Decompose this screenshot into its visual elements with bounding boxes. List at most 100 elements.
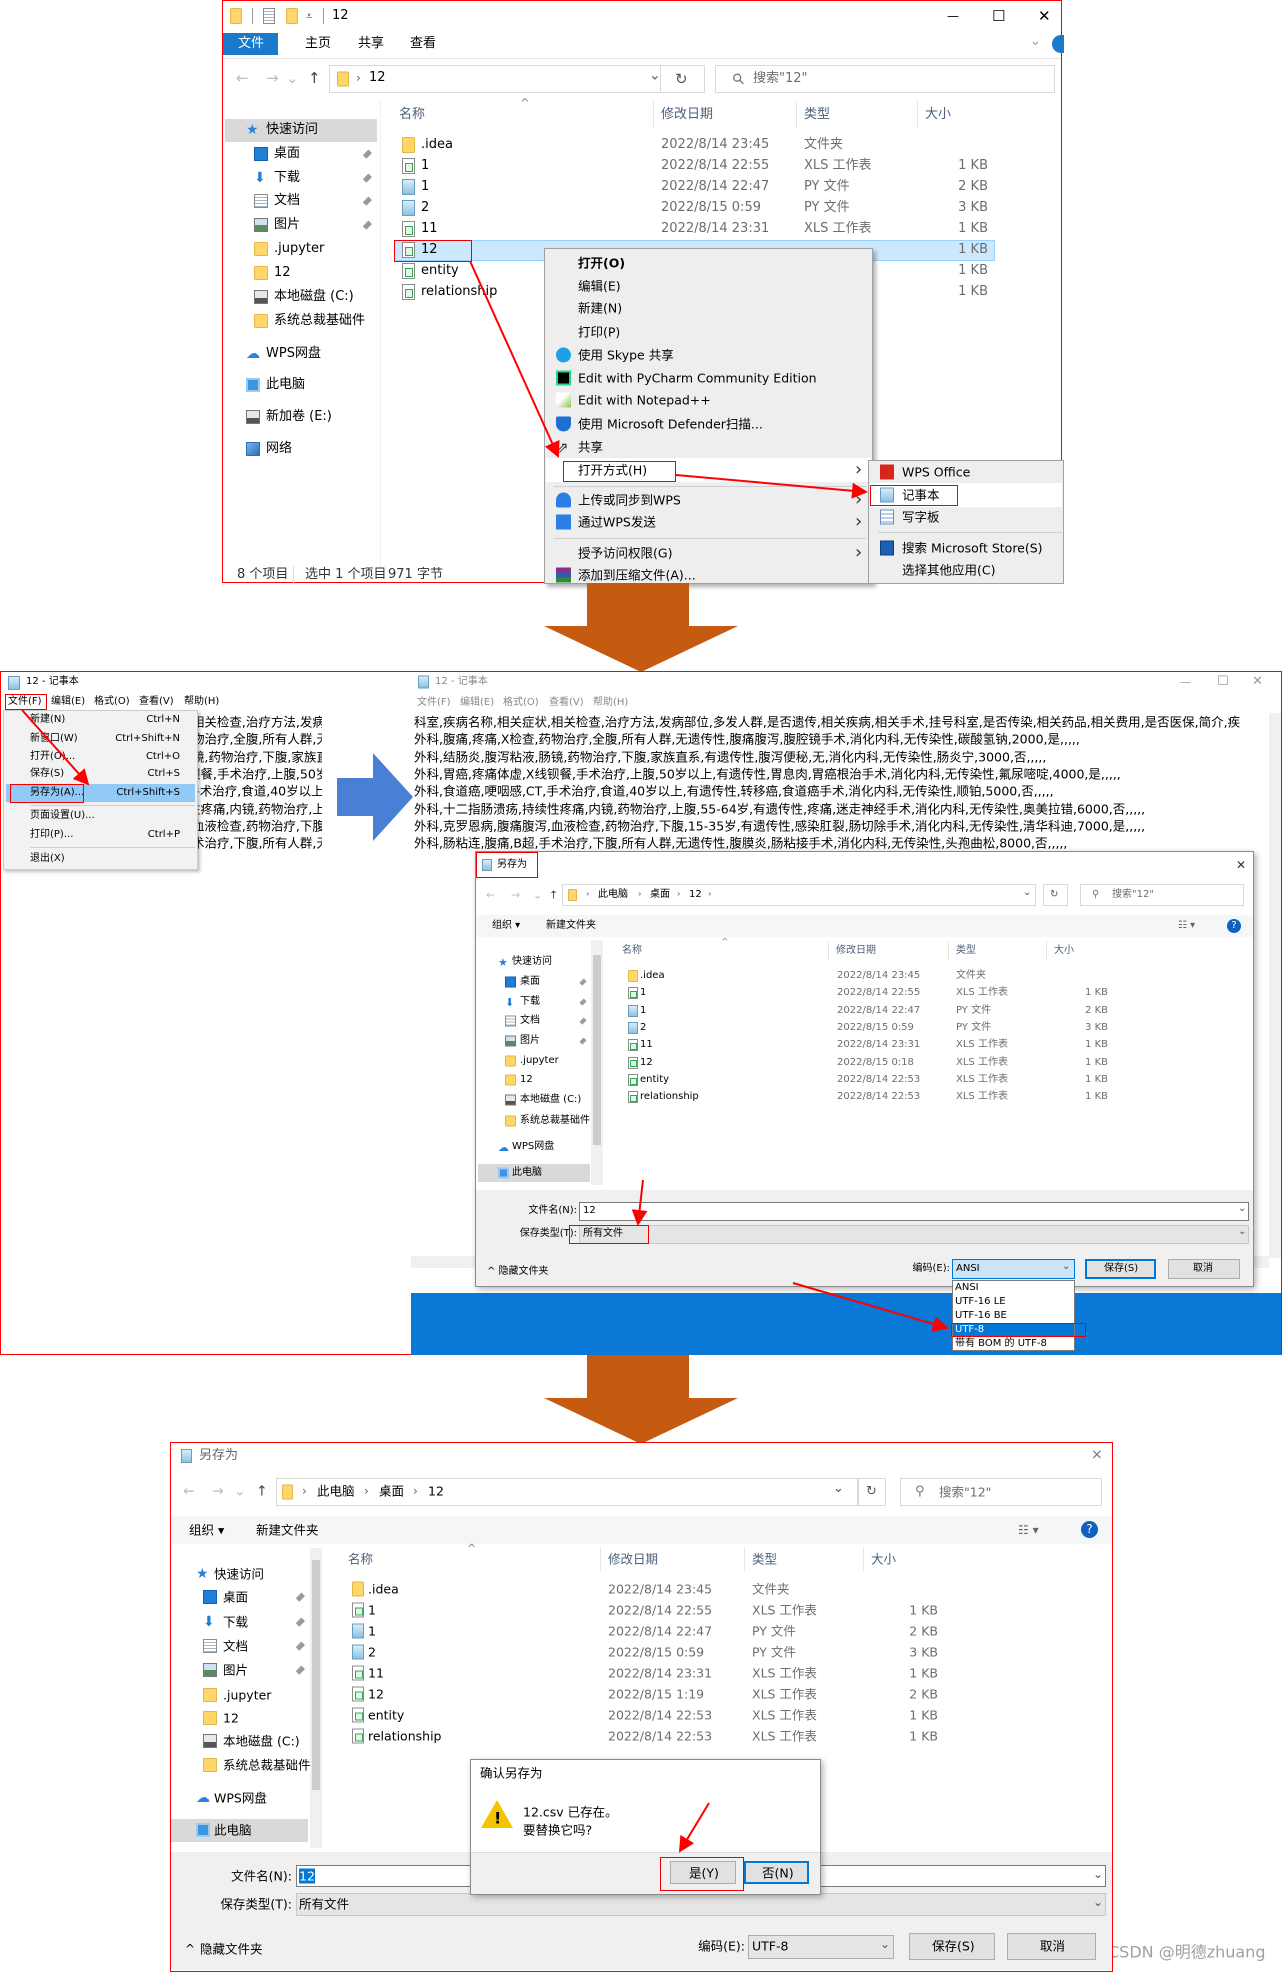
- nav-item-7[interactable]: 本地磁盘 (C:): [274, 289, 354, 305]
- column-size[interactable]: 大小: [1054, 945, 1074, 957]
- menu-format[interactable]: 格式(O): [94, 696, 130, 708]
- hide-folders-toggle[interactable]: ^: [185, 1942, 195, 1956]
- up-icon[interactable]: ↑: [308, 69, 321, 87]
- back-icon[interactable]: ←: [486, 888, 495, 901]
- column-name[interactable]: 名称: [399, 107, 425, 123]
- menu-view[interactable]: 查看(V): [139, 696, 174, 708]
- column-size[interactable]: 大小: [925, 107, 951, 123]
- nav-item-5[interactable]: .jupyter: [223, 1688, 271, 1703]
- close-button[interactable]: ✕: [1252, 674, 1263, 690]
- nav-item-8[interactable]: 系统总裁基础件: [520, 1115, 590, 1127]
- menu-item[interactable]: 格式(O): [503, 697, 539, 709]
- nav-item-9[interactable]: WPS网盘: [214, 1791, 267, 1806]
- back-icon[interactable]: ←: [183, 1484, 195, 1501]
- encoding-option[interactable]: ANSI: [955, 1282, 979, 1294]
- organize-button[interactable]: 组织 ▾: [189, 1523, 224, 1538]
- context-menu-item[interactable]: 使用 Microsoft Defender扫描...: [578, 417, 763, 432]
- nav-item-8[interactable]: 系统总裁基础件: [274, 313, 365, 329]
- ribbon-tab[interactable]: 查看: [410, 36, 436, 52]
- address-bar[interactable]: [562, 884, 1036, 906]
- nav-item-5[interactable]: .jupyter: [520, 1055, 559, 1067]
- search-box[interactable]: [900, 1478, 1102, 1506]
- nav-item-10[interactable]: 此电脑: [266, 377, 305, 393]
- up-icon[interactable]: ↑: [549, 888, 558, 901]
- nav-item-7[interactable]: 本地磁盘 (C:): [223, 1734, 300, 1749]
- hide-folders-label[interactable]: 隐藏文件夹: [200, 1942, 263, 1957]
- maximize-button[interactable]: ☐: [1217, 674, 1229, 690]
- nav-scroll-thumb[interactable]: [593, 955, 601, 1145]
- nav-item-9[interactable]: WPS网盘: [266, 346, 321, 362]
- nav-scroll-thumb[interactable]: [312, 1560, 320, 1790]
- qat-dropdown-icon[interactable]: ⩡: [306, 9, 312, 22]
- view-options-icon[interactable]: ☷ ▾: [1018, 1523, 1039, 1537]
- organize-button[interactable]: 组织 ▾: [492, 920, 520, 932]
- help-icon[interactable]: [1052, 35, 1064, 53]
- context-menu-item[interactable]: 上传或同步到WPS: [578, 493, 681, 508]
- open-with-item[interactable]: 选择其他应用(C): [902, 563, 995, 578]
- nav-item-7[interactable]: 本地磁盘 (C:): [520, 1094, 581, 1106]
- nav-item-1[interactable]: 桌面: [274, 146, 300, 162]
- open-with-item[interactable]: WPS Office: [902, 465, 970, 480]
- file-menu-item[interactable]: 新建(N): [30, 714, 65, 726]
- context-menu-item[interactable]: 打印(P): [578, 325, 620, 340]
- forward-icon[interactable]: →: [212, 1484, 224, 1501]
- breadcrumb-item[interactable]: 此电脑: [598, 889, 628, 901]
- file-menu-item[interactable]: 退出(X): [30, 853, 65, 865]
- minimize-button[interactable]: —: [947, 9, 959, 23]
- breadcrumb-item[interactable]: 桌面: [379, 1484, 404, 1499]
- recent-icon[interactable]: ⌄: [286, 69, 299, 87]
- forward-icon[interactable]: →: [511, 888, 520, 901]
- context-menu-item[interactable]: 授予访问权限(G): [578, 546, 672, 561]
- nav-item-10[interactable]: 此电脑: [512, 1167, 542, 1179]
- nav-item-3[interactable]: 文档: [274, 193, 300, 209]
- menu-edit[interactable]: 编辑(E): [51, 696, 85, 708]
- close-button[interactable]: ✕: [1091, 1448, 1103, 1465]
- forward-icon[interactable]: →: [266, 69, 279, 87]
- nav-item-6[interactable]: 12: [223, 1711, 239, 1726]
- column-date[interactable]: 修改日期: [836, 945, 876, 957]
- nav-item-2[interactable]: 下载: [520, 996, 540, 1008]
- column-name[interactable]: 名称: [622, 945, 642, 957]
- ribbon-tab-file[interactable]: 文件: [238, 36, 264, 52]
- breadcrumb-item[interactable]: 桌面: [650, 889, 670, 901]
- address-dropdown-icon[interactable]: ⌄: [833, 1481, 844, 1497]
- filename-dropdown-icon[interactable]: ⌄: [1093, 1867, 1103, 1881]
- column-date[interactable]: 修改日期: [608, 1552, 658, 1567]
- nav-item-8[interactable]: 系统总裁基础件: [223, 1758, 311, 1773]
- address-dropdown-icon[interactable]: ⌄: [1023, 887, 1031, 899]
- help-icon[interactable]: ?: [1081, 1521, 1098, 1538]
- filetype-dropdown-icon[interactable]: ⌄: [1238, 1226, 1246, 1238]
- filetype-select[interactable]: [579, 1225, 1249, 1244]
- recent-icon[interactable]: ⌄: [533, 888, 542, 901]
- nav-item-10[interactable]: 此电脑: [214, 1823, 252, 1838]
- column-date[interactable]: 修改日期: [661, 107, 713, 123]
- file-menu-item[interactable]: 保存(S): [30, 768, 64, 780]
- vertical-scrollbar[interactable]: [1269, 713, 1281, 1258]
- column-type[interactable]: 类型: [804, 107, 830, 123]
- context-menu-item[interactable]: 打开(O): [578, 256, 625, 271]
- encoding-dropdown-icon[interactable]: ⌄: [880, 1937, 890, 1951]
- ribbon-expand-icon[interactable]: ⌄: [1030, 34, 1041, 50]
- filetype-dropdown-icon[interactable]: ⌄: [1093, 1895, 1103, 1909]
- file-menu-item[interactable]: 打开(O)...: [30, 751, 75, 763]
- up-icon[interactable]: ↑: [256, 1484, 268, 1501]
- encoding-option[interactable]: UTF-16 BE: [955, 1310, 1007, 1322]
- nav-item-1[interactable]: 桌面: [520, 976, 540, 988]
- file-menu-item[interactable]: 打印(P)...: [30, 829, 73, 841]
- recent-icon[interactable]: ⌄: [234, 1484, 246, 1501]
- close-button[interactable]: ✕: [1038, 7, 1051, 25]
- nav-item-11[interactable]: 新加卷 (E:): [266, 409, 332, 425]
- close-button[interactable]: ✕: [1236, 858, 1246, 872]
- view-options-icon[interactable]: ☷ ▾: [1178, 920, 1195, 932]
- hide-folders-toggle[interactable]: ^ 隐藏文件夹: [487, 1266, 549, 1278]
- column-name[interactable]: 名称: [348, 1552, 373, 1567]
- column-size[interactable]: 大小: [871, 1552, 896, 1567]
- ribbon-tab[interactable]: 主页: [305, 36, 331, 52]
- file-menu-item[interactable]: 页面设置(U)...: [30, 810, 95, 822]
- encoding-option[interactable]: UTF-16 LE: [955, 1296, 1006, 1308]
- new-folder-button[interactable]: 新建文件夹: [256, 1523, 319, 1538]
- column-type[interactable]: 类型: [752, 1552, 777, 1567]
- refresh-icon[interactable]: ↻: [675, 70, 688, 88]
- context-menu-item[interactable]: Edit with PyCharm Community Edition: [578, 371, 817, 386]
- back-icon[interactable]: ←: [236, 69, 249, 87]
